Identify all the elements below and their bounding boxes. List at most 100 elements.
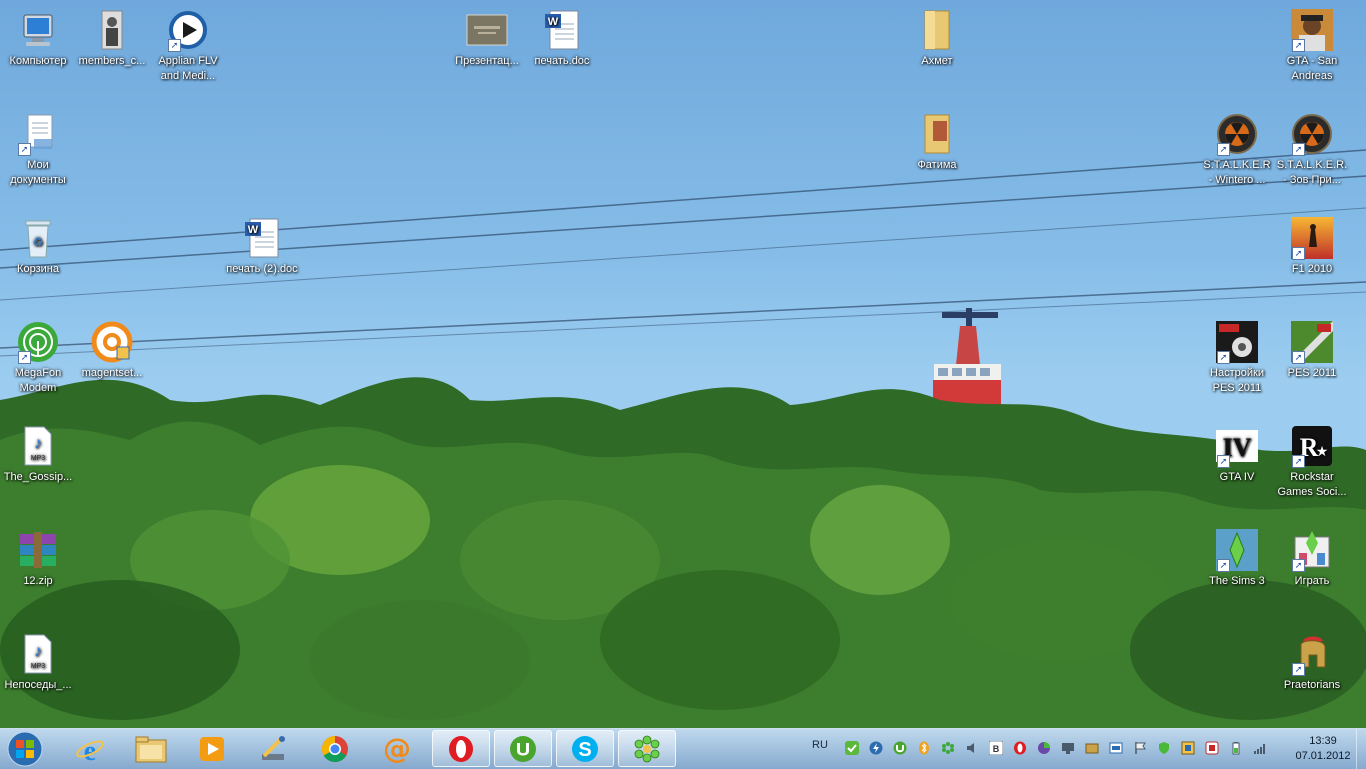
desktop-icon-presentation[interactable]: Презентац... [449,2,525,69]
desktop-icon-play[interactable]: ➚ Играть [1274,522,1350,589]
taskbar-icq[interactable] [618,730,676,767]
taskbar-opera[interactable] [432,730,490,767]
magent-icon [90,320,134,364]
tray-opera-icon[interactable] [1012,740,1028,756]
icon-label: MegaFon Modem [14,367,62,394]
desktop-icon-members-photo[interactable]: members_c... [74,2,150,69]
icon-label: magentset... [81,367,143,379]
word-doc-icon: W [540,8,584,52]
svg-text:S: S [578,739,591,761]
clock-date: 07.01.2012 [1295,750,1351,762]
desktop-icon-recycle-bin[interactable]: ♻ Корзина [0,210,76,277]
desktop-icon-computer[interactable]: Компьютер [0,2,76,69]
icon-label: Фатима [917,159,957,171]
rockstar-icon: R ★ ➚ [1290,424,1334,468]
desktop-icon-f1-2010[interactable]: ➚ F1 2010 [1274,210,1350,277]
desktop-icon-gta-iv[interactable]: IV ➚ GTA IV [1199,418,1275,485]
shortcut-arrow-icon: ➚ [1292,351,1305,364]
desktop-icon-folder-fatima[interactable]: Фатима [899,106,975,173]
taskbar-file-explorer[interactable] [122,730,180,767]
icon-label: печать.doc [534,55,590,67]
tray-alert-icon[interactable] [1204,740,1220,756]
tray-utorrent-icon[interactable] [892,740,908,756]
icon-label: 12.zip [23,575,53,587]
show-desktop-button[interactable] [1356,729,1366,769]
word-doc-icon: W [240,216,284,260]
svg-text:MP3: MP3 [31,663,46,670]
taskbar-tool[interactable] [244,730,302,767]
desktop-icon-magentsetup[interactable]: magentset... [74,314,150,381]
desktop-icon-gta-sa[interactable]: ➚ GTA - San Andreas [1274,2,1350,84]
tray-network-icon[interactable] [1084,740,1100,756]
svg-text:@: @ [383,734,411,764]
tray-display-icon[interactable] [1060,740,1076,756]
desktop-icon-folder-akhmet[interactable]: Ахмет [899,2,975,69]
tray-flag-icon[interactable] [1132,740,1148,756]
taskbar-mail-agent[interactable]: @ [368,730,426,767]
desktop-icon-sims-3[interactable]: ➚ The Sims 3 [1199,522,1275,589]
icon-label: GTA - San Andreas [1286,55,1338,82]
tray-color-wheel-icon[interactable] [1036,740,1052,756]
chrome-icon [321,735,348,762]
my-documents-icon: ➚ [16,112,60,156]
shortcut-arrow-icon: ➚ [1217,455,1230,468]
shortcut-arrow-icon: ➚ [168,39,181,52]
media-player-icon [200,736,224,761]
internet-explorer-icon: e [76,736,104,764]
desktop-icon-praetorians[interactable]: ➚ Praetorians [1274,626,1350,693]
icon-label: Корзина [17,263,59,275]
svg-text:W: W [248,224,259,236]
taskbar-skype[interactable]: S [556,730,614,767]
clock-time: 13:39 [1309,735,1337,747]
svg-text:♻: ♻ [33,235,44,249]
shortcut-arrow-icon: ➚ [1217,351,1230,364]
taskbar-internet-explorer[interactable]: e [61,730,119,767]
mp3-icon: ♪ MP3 [16,632,60,676]
desktop-icon-pes-2011[interactable]: ➚ PES 2011 [1274,314,1350,381]
desktop-icon-stalker-zov[interactable]: ➚ S.T.A.L.K.E.R. - Зов При... [1274,106,1350,188]
tray-updater-icon[interactable] [868,740,884,756]
svg-text:e: e [84,736,96,764]
tray-volume-icon[interactable] [964,740,980,756]
icon-label: GTA IV [1219,471,1255,483]
taskbar-chrome[interactable] [306,730,364,767]
mp3-icon: ♪ MP3 [16,424,60,468]
desktop-icon-megafon[interactable]: ➚ MegaFon Modem [0,314,76,396]
language-indicator[interactable]: RU [812,739,828,751]
tray-bluetooth-icon[interactable] [916,740,932,756]
system-clock[interactable]: 13:39 07.01.2012 [1290,734,1356,764]
taskbar-utorrent[interactable] [494,730,552,767]
tools-icon [262,735,285,760]
shortcut-arrow-icon: ➚ [1292,455,1305,468]
desktop-icon-neposedy-mp3[interactable]: ♪ MP3 Непоседы_... [0,626,76,693]
shortcut-arrow-icon: ➚ [1217,559,1230,572]
tray-vk-icon[interactable]: B [988,740,1004,756]
shortcut-arrow-icon: ➚ [1217,143,1230,156]
presentation-icon [465,8,509,52]
taskbar-media-player[interactable] [183,730,241,767]
tray-security-icon[interactable] [1156,740,1172,756]
desktop-icon-gossip-mp3[interactable]: ♪ MP3 The_Gossip... [0,418,76,485]
desktop-icon-my-documents[interactable]: ➚ Мои документы [0,106,76,188]
tray-battery-icon[interactable] [1228,740,1244,756]
tray-checkmark-icon[interactable] [844,740,860,756]
desktop-icon-12-zip[interactable]: 12.zip [0,522,76,589]
icon-label: Ахмет [921,55,953,67]
wallpaper-scene [0,149,1366,728]
desktop-icon-pes-settings[interactable]: ➚ Настройки PES 2011 [1199,314,1275,396]
desktop-icon-pechat-doc[interactable]: W печать.doc [524,2,600,69]
tray-update-icon[interactable] [1180,740,1196,756]
start-button[interactable] [4,730,46,768]
tray-card-icon[interactable] [1108,740,1124,756]
desktop-icon-stalker-wintero[interactable]: ➚ S.T.A.L.K.E.R - Wintero ... [1199,106,1275,188]
tray-signal-icon[interactable] [1252,740,1268,756]
desktop-icon-pechat-2-doc[interactable]: W печать (2).doc [224,210,300,277]
computer-icon [16,8,60,52]
shortcut-arrow-icon: ➚ [1292,143,1305,156]
desktop-icon-rockstar[interactable]: R ★ ➚ Rockstar Games Soci... [1274,418,1350,500]
icon-label: S.T.A.L.K.E.R - Wintero ... [1203,159,1271,186]
desktop-icon-applian[interactable]: ➚ Applian FLV and Medi... [150,2,226,84]
folder-icon [915,8,959,52]
utorrent-icon [510,735,536,762]
tray-icq-icon[interactable] [940,740,956,756]
